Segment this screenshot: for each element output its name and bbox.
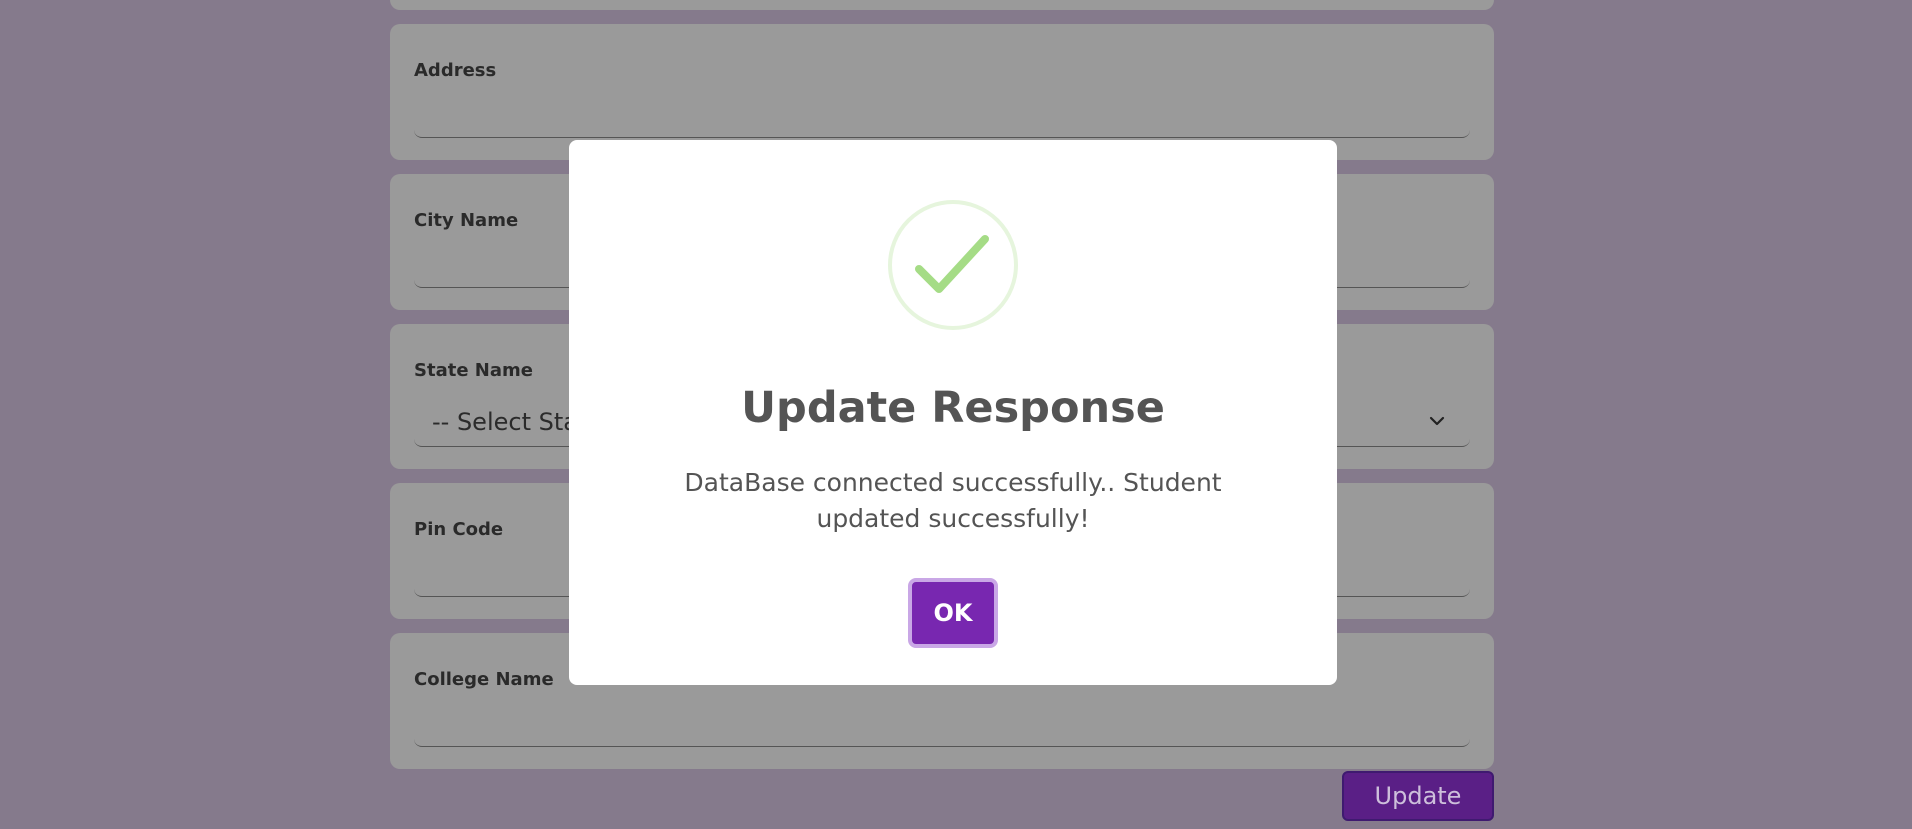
ok-button[interactable]: OK xyxy=(908,578,998,648)
response-dialog: Update Response DataBase connected succe… xyxy=(569,140,1337,685)
college-label: College Name xyxy=(414,669,554,690)
update-button[interactable]: Update xyxy=(1342,771,1494,821)
college-input[interactable] xyxy=(414,690,1470,747)
chevron-down-icon xyxy=(1429,416,1445,426)
address-label: Address xyxy=(414,60,497,81)
success-checkmark-icon xyxy=(888,200,1018,330)
dialog-title: Update Response xyxy=(741,383,1165,433)
form-card-top xyxy=(390,0,1494,10)
city-label: City Name xyxy=(414,210,519,231)
pincode-label: Pin Code xyxy=(414,519,504,540)
state-label: State Name xyxy=(414,360,533,381)
dialog-message: DataBase connected successfully.. Studen… xyxy=(684,468,1222,533)
address-input[interactable] xyxy=(414,81,1470,138)
